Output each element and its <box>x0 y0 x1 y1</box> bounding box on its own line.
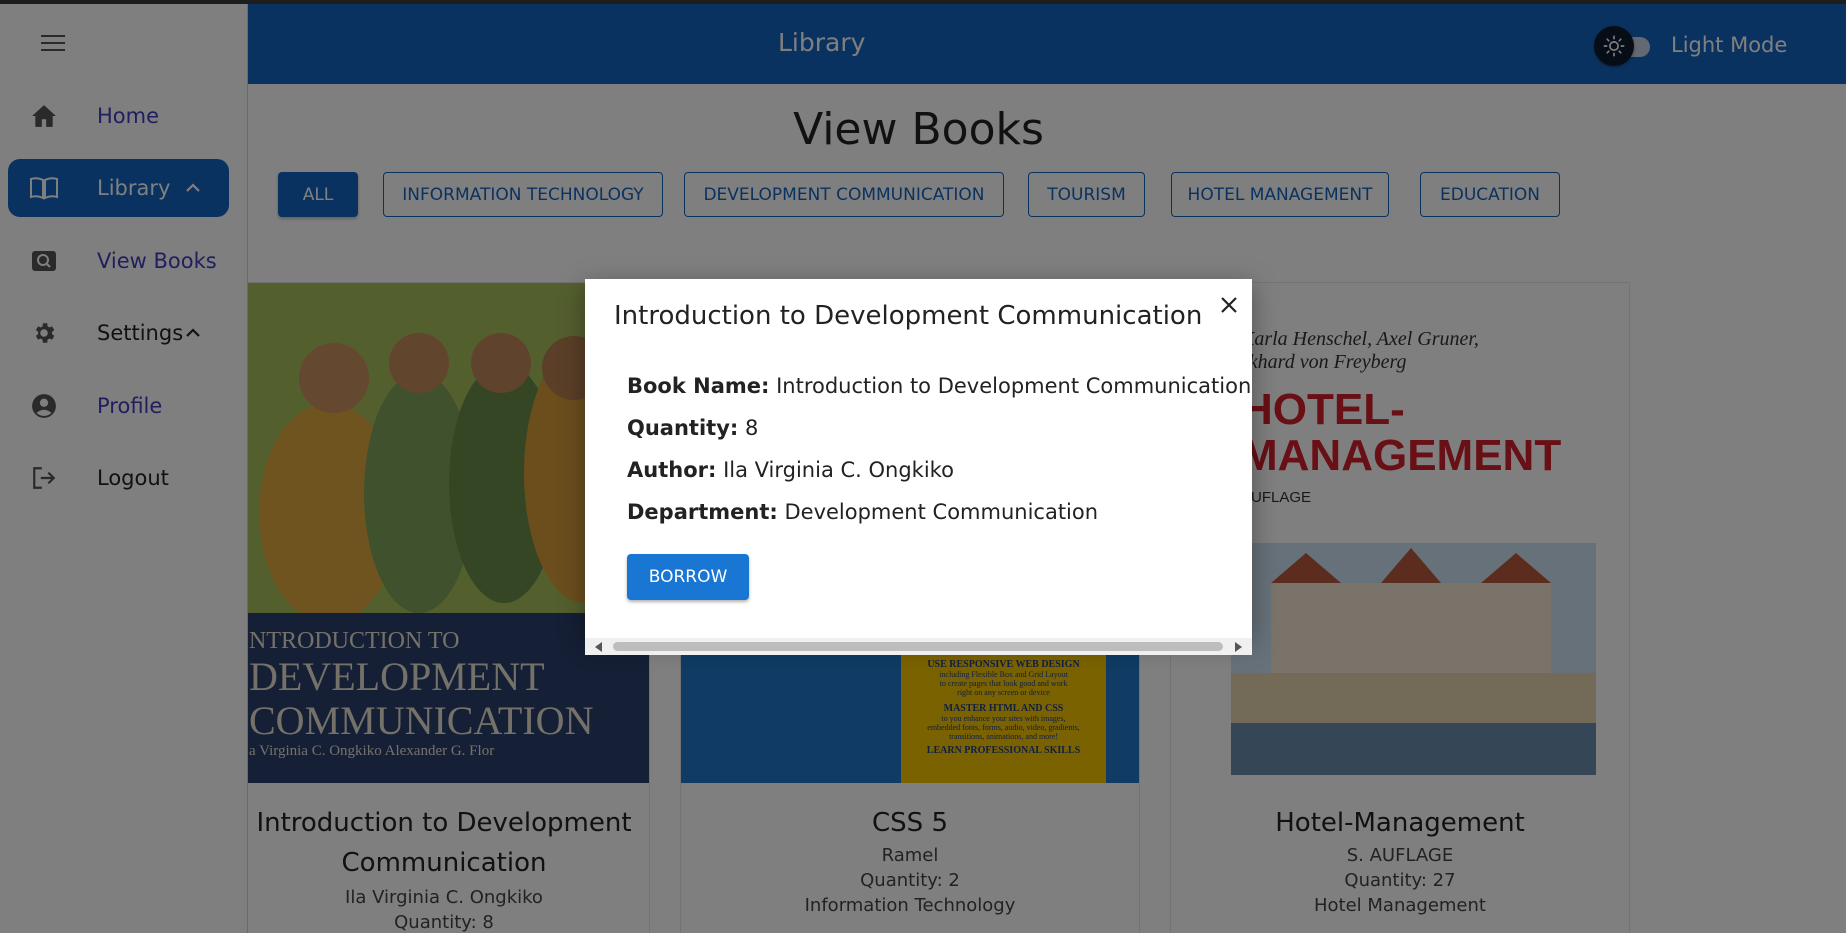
book-name-value: Introduction to Development Communicatio… <box>776 374 1252 398</box>
scroll-left-arrow-icon[interactable] <box>595 642 602 652</box>
book-name-row: Book Name: Introduction to Development C… <box>627 374 1251 398</box>
close-icon[interactable] <box>1216 292 1242 318</box>
scroll-right-arrow-icon[interactable] <box>1235 642 1242 652</box>
book-name-label: Book Name: <box>627 374 770 398</box>
department-value: Development Communication <box>784 500 1099 524</box>
author-row: Author: Ila Virginia C. Ongkiko <box>627 458 954 482</box>
quantity-value: 8 <box>744 416 759 440</box>
borrow-button[interactable]: BORROW <box>627 554 749 600</box>
author-value: Ila Virginia C. Ongkiko <box>723 458 954 482</box>
author-label: Author: <box>627 458 717 482</box>
department-label: Department: <box>627 500 778 524</box>
quantity-label: Quantity: <box>627 416 739 440</box>
book-details-dialog: Introduction to Development Communicatio… <box>585 279 1252 655</box>
quantity-row: Quantity: 8 <box>627 416 758 440</box>
department-row: Department: Development Communication <box>627 500 1098 524</box>
scrollbar-thumb[interactable] <box>613 642 1223 651</box>
horizontal-scrollbar[interactable] <box>585 638 1252 655</box>
dialog-title: Introduction to Development Communicatio… <box>614 301 1203 331</box>
